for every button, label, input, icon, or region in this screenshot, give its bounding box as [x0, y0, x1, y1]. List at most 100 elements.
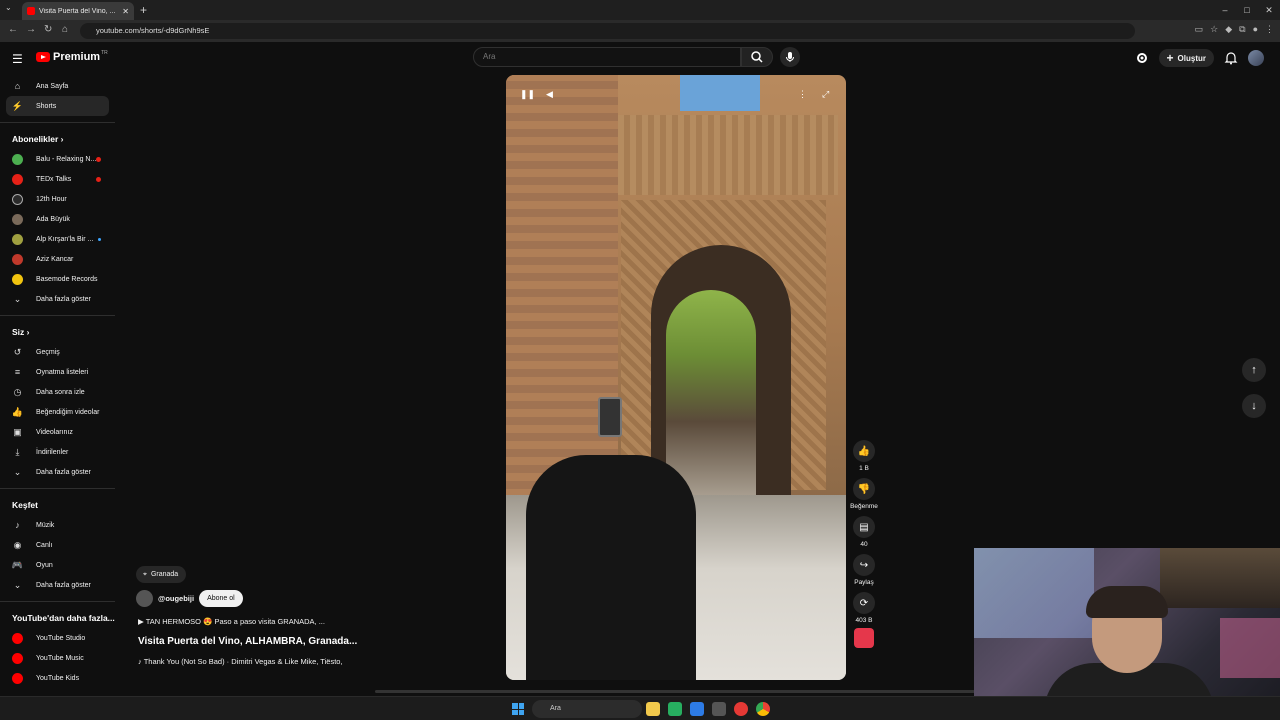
sidebar-item-channel[interactable]: TEDx Talks: [0, 169, 115, 189]
like-button[interactable]: 👍: [853, 440, 875, 462]
spreadsheet-app-icon[interactable]: [668, 702, 682, 716]
arrow-down-icon: ↓: [1251, 400, 1257, 412]
sidebar-item-gaming[interactable]: 🎮 Oyun: [0, 555, 115, 575]
sidebar-item-channel[interactable]: Balu - Relaxing N...: [0, 149, 115, 169]
sidebar-item-youtube-kids[interactable]: YouTube Kids: [0, 668, 115, 688]
short-description[interactable]: ▶ TAN HERMOSO 😍 Paso a paso visita GRANA…: [138, 617, 325, 626]
cam-light: [974, 548, 1094, 638]
more-options-icon[interactable]: ⋮: [798, 89, 807, 100]
sidebar-item-watch-later[interactable]: ◷ Daha sonra izle: [0, 382, 115, 402]
hamburger-menu-icon[interactable]: ☰: [12, 52, 23, 66]
extension-icon[interactable]: ◆: [1225, 24, 1232, 35]
settings-app-icon[interactable]: [712, 702, 726, 716]
voice-search-button[interactable]: [780, 47, 800, 67]
sidebar-item-channel[interactable]: Basemode Records: [0, 269, 115, 289]
sidebar-item-channel[interactable]: Alp Kırşan'la Bir ...: [0, 229, 115, 249]
music-credit[interactable]: ♪ Thank You (Not So Bad) · Dimitri Vegas…: [138, 657, 343, 666]
sidebar-item-liked[interactable]: 👍 Beğendiğim videolar: [0, 402, 115, 422]
sidebar-item-label: Geçmiş: [36, 348, 60, 356]
short-video-player[interactable]: ❚❚ ◀ ⋮ ⤢: [506, 75, 846, 680]
file-explorer-icon[interactable]: [646, 702, 660, 716]
section-title: Abonelikler: [12, 134, 59, 144]
like-count: 1 B: [859, 465, 869, 472]
windows-start-icon[interactable]: [512, 703, 524, 715]
sidebar-item-history[interactable]: ↺ Geçmiş: [0, 342, 115, 362]
channel-avatar: [12, 153, 23, 165]
remix-button[interactable]: ⟳: [853, 592, 875, 614]
maximize-icon[interactable]: □: [1236, 0, 1258, 20]
cast-icon[interactable]: ▭: [1195, 24, 1204, 35]
dislike-button[interactable]: 👎: [853, 478, 875, 500]
tab-list-icon[interactable]: ⌄: [5, 3, 12, 12]
browser-menu-icon[interactable]: ⋮: [1265, 24, 1274, 35]
close-window-icon[interactable]: ✕: [1258, 0, 1280, 20]
search-input[interactable]: Ara: [473, 47, 741, 67]
reload-icon[interactable]: ↻: [44, 24, 52, 35]
sidebar-item-label: Oyun: [36, 561, 53, 569]
sidebar-item-youtube-studio[interactable]: YouTube Studio: [0, 628, 115, 648]
profile-icon[interactable]: ●: [1253, 24, 1258, 35]
chrome-icon[interactable]: [756, 702, 770, 716]
minimize-icon[interactable]: –: [1214, 0, 1236, 20]
home-browser-icon[interactable]: ⌂: [62, 24, 68, 35]
browser-tab[interactable]: Visita Puerta del Vino, ... ✕: [22, 2, 134, 20]
youtube-favicon-icon: [27, 7, 35, 15]
previous-short-button[interactable]: ↑: [1242, 358, 1266, 382]
gear-icon[interactable]: [1135, 51, 1149, 65]
subscribe-button[interactable]: Abone ol: [199, 590, 243, 607]
youtube-play-icon: [36, 52, 50, 62]
sidebar-item-home[interactable]: ⌂ Ana Sayfa: [0, 76, 115, 96]
bell-icon[interactable]: [1224, 51, 1238, 65]
show-more-subscriptions[interactable]: ⌄ Daha fazla göster: [0, 289, 115, 309]
taskbar-search-label: Ara: [550, 705, 561, 712]
sidebar-item-label: İndirilenler: [36, 448, 69, 456]
search-button[interactable]: [741, 47, 773, 67]
show-more-explore[interactable]: ⌄ Daha fazla göster: [0, 575, 115, 595]
create-button[interactable]: + Oluştur: [1158, 49, 1214, 67]
location-chip[interactable]: ⌖ Granada: [136, 566, 187, 583]
sidebar-item-channel[interactable]: 12th Hour: [0, 189, 115, 209]
next-short-button[interactable]: ↓: [1242, 394, 1266, 418]
fullscreen-icon[interactable]: ⤢: [822, 89, 829, 100]
channel-avatar[interactable]: [136, 590, 153, 607]
sidebar-item-label: Müzik: [36, 521, 55, 529]
channel-name[interactable]: @ougebiji: [158, 594, 194, 603]
pause-icon[interactable]: ❚❚: [520, 89, 535, 100]
volume-icon[interactable]: ◀: [546, 89, 553, 100]
word-app-icon[interactable]: [690, 702, 704, 716]
extensions-puzzle-icon[interactable]: ⧉: [1239, 24, 1245, 35]
live-indicator-icon: [96, 156, 101, 162]
forward-icon[interactable]: →: [26, 24, 36, 35]
sidebar-item-channel[interactable]: Ada Büyük: [0, 209, 115, 229]
you-heading[interactable]: Siz ›: [0, 322, 115, 342]
sidebar-item-downloads[interactable]: ⤓ İndirilenler: [0, 442, 115, 462]
share-button[interactable]: ↪: [853, 554, 875, 576]
sound-thumbnail[interactable]: [854, 628, 874, 648]
sidebar-item-playlists[interactable]: ≡ Oynatma listeleri: [0, 362, 115, 382]
bookmark-star-icon[interactable]: ☆: [1210, 24, 1218, 35]
short-title[interactable]: Visita Puerta del Vino, ALHAMBRA, Granad…: [138, 636, 357, 647]
sidebar-item-shorts[interactable]: ⚡ Shorts: [6, 96, 109, 116]
sidebar-item-youtube-music[interactable]: YouTube Music: [0, 648, 115, 668]
address-bar: ← → ↻ ⌂ youtube.com/shorts/-d9dGrNh9sE ▭…: [0, 20, 1280, 42]
sidebar-item-live[interactable]: ◉ Canlı: [0, 535, 115, 555]
youtube-logo[interactable]: Premium TR: [36, 50, 108, 63]
close-tab-icon[interactable]: ✕: [122, 7, 129, 16]
youtube-kids-icon: [12, 672, 23, 684]
media-app-icon[interactable]: [734, 702, 748, 716]
horizontal-scrollbar[interactable]: [375, 690, 975, 693]
remix-icon: ⟳: [859, 597, 869, 609]
sidebar-item-your-videos[interactable]: ▣ Videolarınız: [0, 422, 115, 442]
new-tab-icon[interactable]: +: [140, 3, 147, 17]
back-icon[interactable]: ←: [8, 24, 18, 35]
sidebar-item-music[interactable]: ♪ Müzik: [0, 515, 115, 535]
account-avatar[interactable]: [1248, 50, 1264, 66]
show-more-label: Daha fazla göster: [36, 468, 91, 476]
url-field[interactable]: youtube.com/shorts/-d9dGrNh9sE: [80, 23, 1135, 39]
sidebar-item-channel[interactable]: Aziz Kancar: [0, 249, 115, 269]
like-icon: 👍: [11, 406, 24, 417]
comment-button[interactable]: ▤: [853, 516, 875, 538]
show-more-you[interactable]: ⌄ Daha fazla göster: [0, 462, 115, 482]
taskbar-search[interactable]: Ara: [532, 700, 642, 718]
subscriptions-heading[interactable]: Abonelikler ›: [0, 129, 115, 149]
